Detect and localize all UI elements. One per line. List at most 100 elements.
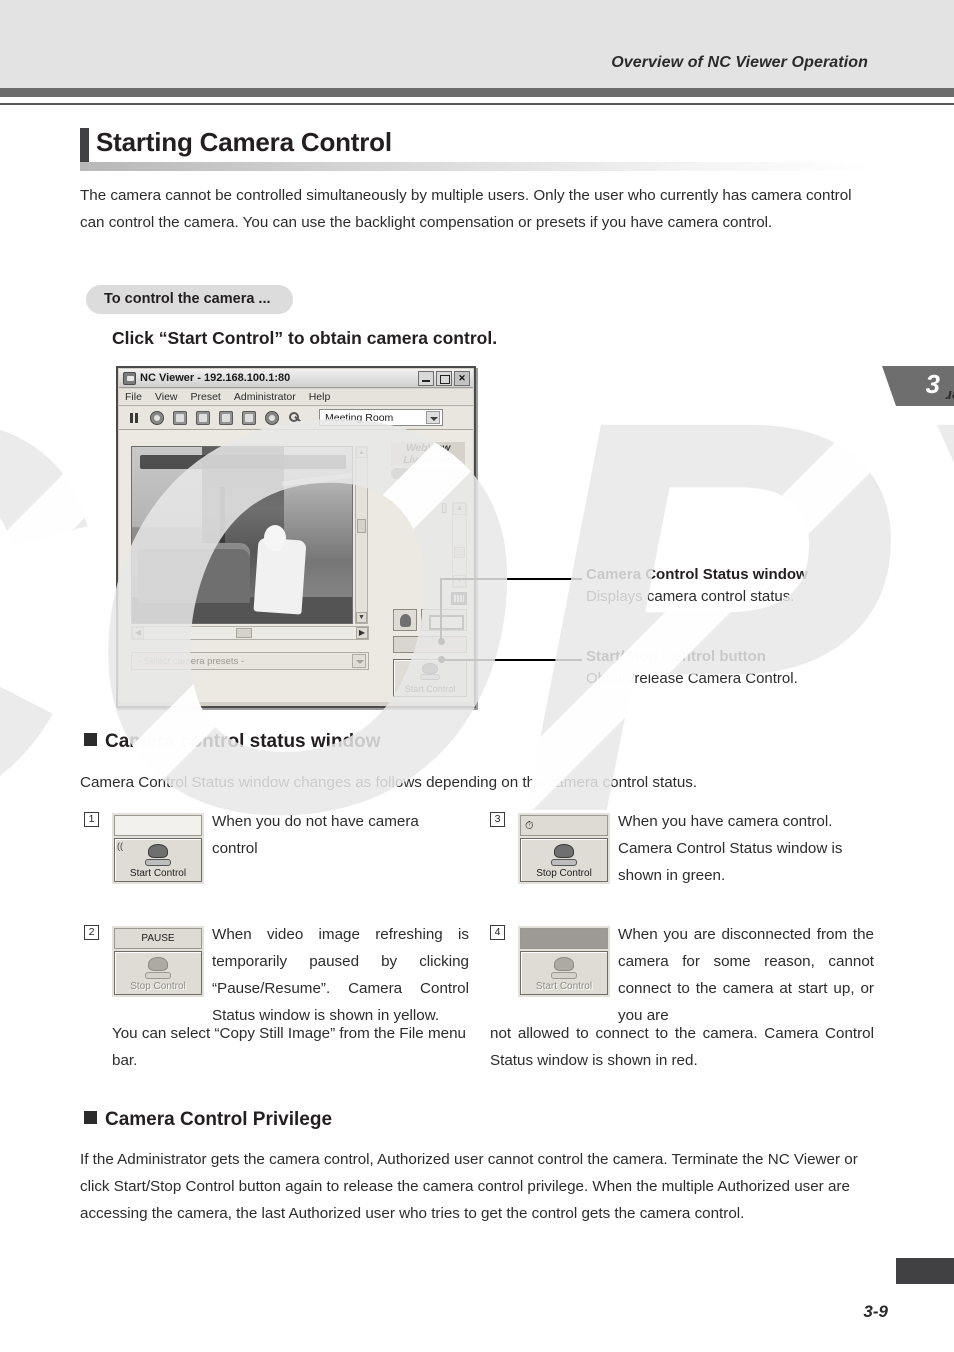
- zoom-slider[interactable]: ▲ ▼: [452, 502, 467, 588]
- backlight-compensation-button[interactable]: [393, 609, 417, 631]
- status-section-heading: Camera control status window: [84, 731, 381, 753]
- nc-viewer-window: NC Viewer - 192.168.100.1:80 ✕ File View…: [116, 366, 476, 708]
- menu-item-preset[interactable]: Preset: [191, 391, 221, 403]
- status-sample-1: (( Start Control: [112, 813, 204, 884]
- brand-line-2: Livescope: [391, 454, 465, 466]
- menu-item-administrator[interactable]: Administrator: [234, 391, 296, 403]
- scroll-down-icon[interactable]: ▼: [356, 612, 367, 623]
- pan-tilt-icon[interactable]: [196, 410, 210, 425]
- control-button-sample[interactable]: Start Control: [520, 951, 608, 995]
- leader-dot-button: [438, 656, 445, 663]
- pause-icon[interactable]: [127, 411, 141, 425]
- chapter-number: 3: [925, 369, 940, 399]
- control-button-sample[interactable]: (( Start Control: [114, 838, 202, 882]
- app-titlebar: NC Viewer - 192.168.100.1:80 ✕: [119, 369, 473, 388]
- app-body: ▲ ▼ ◀ ▶ - Select camera presets - WebVie…: [119, 430, 473, 702]
- zoom-out-icon[interactable]: ▼: [453, 575, 466, 587]
- item-text-2: When video image refreshing is temporari…: [212, 926, 469, 1024]
- chevron-down-icon[interactable]: [352, 654, 366, 668]
- close-icon[interactable]: ✕: [454, 371, 470, 386]
- page-title: Starting Camera Control: [96, 127, 392, 157]
- vertical-scroll-thumb[interactable]: [357, 519, 366, 533]
- antenna-icon[interactable]: [150, 410, 164, 425]
- video-vertical-scrollbar[interactable]: ▲ ▼: [355, 446, 368, 624]
- item-text-2-continued: You can select “Copy Still Image” from t…: [112, 1025, 466, 1069]
- video-view[interactable]: [131, 446, 353, 624]
- control-button-label: Stop Control: [536, 868, 592, 879]
- control-buttons-row: [389, 609, 467, 631]
- bullet-square-icon: [84, 733, 97, 746]
- video-horizontal-scrollbar[interactable]: ◀ ▶: [131, 626, 369, 640]
- item-text-1: When you do not have camera control: [212, 813, 419, 857]
- panorama-icon[interactable]: [451, 592, 467, 605]
- menu-item-help[interactable]: Help: [309, 391, 331, 403]
- scroll-up-icon[interactable]: ▲: [356, 447, 367, 458]
- zoom-in-icon[interactable]: ▲: [453, 503, 466, 515]
- maximize-icon[interactable]: [436, 371, 452, 386]
- item-number-4: 4: [490, 925, 505, 940]
- minimize-icon[interactable]: [418, 371, 434, 386]
- start-stop-control-button[interactable]: Start Control: [393, 659, 467, 697]
- page-header-band: [0, 0, 954, 88]
- zoom-row: [] ▲ ▼: [389, 502, 467, 588]
- callout-desc: Displays camera control status.: [586, 588, 795, 605]
- camera-select[interactable]: Meeting Room: [319, 409, 443, 426]
- privilege-section-body: If the Administrator gets the camera con…: [80, 1151, 858, 1222]
- callout-desc: Obtain/release Camera Control.: [586, 670, 798, 687]
- control-button-label: Start Control: [535, 981, 593, 992]
- menu-item-view[interactable]: View: [155, 391, 178, 403]
- camera-icon: [551, 957, 577, 979]
- preset-select[interactable]: - Select camera presets -: [131, 652, 369, 670]
- brand-role-badge: Administrator: [391, 468, 465, 479]
- menu-item-file[interactable]: File: [125, 391, 142, 403]
- privilege-section-heading-text: Camera Control Privilege: [105, 1109, 333, 1130]
- header-rule-dark: [0, 88, 954, 97]
- step-instruction: Click “Start Control” to obtain camera c…: [112, 328, 498, 348]
- chevron-down-icon[interactable]: [426, 411, 440, 424]
- callout-start-stop-button: Start/Stop Control button Obtain/release…: [586, 648, 886, 687]
- camera-icon: [420, 663, 440, 680]
- key-icon[interactable]: [288, 411, 302, 425]
- running-header-title: Overview of NC Viewer Operation: [611, 54, 868, 71]
- scroll-right-icon[interactable]: ▶: [356, 627, 368, 639]
- callout-status-window: Camera Control Status window Displays ca…: [586, 566, 886, 605]
- video-sofa: [138, 543, 250, 603]
- section-title: Starting Camera Control: [80, 127, 870, 171]
- camera-icon: [551, 844, 577, 866]
- backlight-icon[interactable]: [265, 410, 279, 425]
- status-section-heading-text: Camera control status window: [105, 731, 381, 752]
- scroll-left-icon[interactable]: ◀: [132, 627, 144, 639]
- item-number-1: 1: [84, 812, 99, 827]
- status-window-sample: PAUSE: [114, 928, 202, 949]
- section-title-underline: [80, 162, 870, 171]
- zoom-slider-thumb[interactable]: [454, 547, 465, 558]
- webview-livescope-logo: WebView Livescope Administrator: [391, 442, 465, 479]
- preset-icon[interactable]: [242, 410, 256, 425]
- camera-select-value: Meeting Room: [325, 411, 394, 424]
- callout-title: Start/Stop Control button: [586, 648, 766, 665]
- item-number-3: 3: [490, 812, 505, 827]
- panorama-view-button[interactable]: [421, 609, 467, 631]
- camera-control-status-window: [393, 636, 467, 653]
- control-button-sample[interactable]: Stop Control: [114, 951, 202, 995]
- header-rule-thin: [0, 103, 954, 105]
- camera-icon: [145, 957, 171, 979]
- app-toolbar: Meeting Room: [119, 406, 473, 430]
- layers-icon[interactable]: [219, 410, 233, 425]
- status-sample-3: ⏱ Stop Control: [518, 813, 610, 884]
- privilege-section-heading: Camera Control Privilege: [84, 1109, 332, 1131]
- control-button-label: Start Control: [129, 868, 187, 879]
- chapter-label: NC Viewer and Viewer Switcher: [946, 387, 954, 404]
- start-control-label: Start Control: [404, 684, 456, 694]
- control-button-label: Stop Control: [130, 981, 186, 992]
- app-window-icon: [123, 372, 136, 385]
- control-button-sample[interactable]: Stop Control: [520, 838, 608, 882]
- bullet-square-icon: [84, 1111, 97, 1124]
- item-text-3: When you have camera control. Camera Con…: [618, 813, 843, 884]
- camera-icon: [145, 844, 171, 866]
- horizontal-scroll-thumb[interactable]: [236, 628, 252, 638]
- list-icon[interactable]: [173, 410, 187, 425]
- leader-dot-status: [438, 638, 445, 645]
- preset-select-value: - Select camera presets -: [138, 655, 245, 667]
- item-text-4: When you are disconnected from the camer…: [618, 926, 874, 1024]
